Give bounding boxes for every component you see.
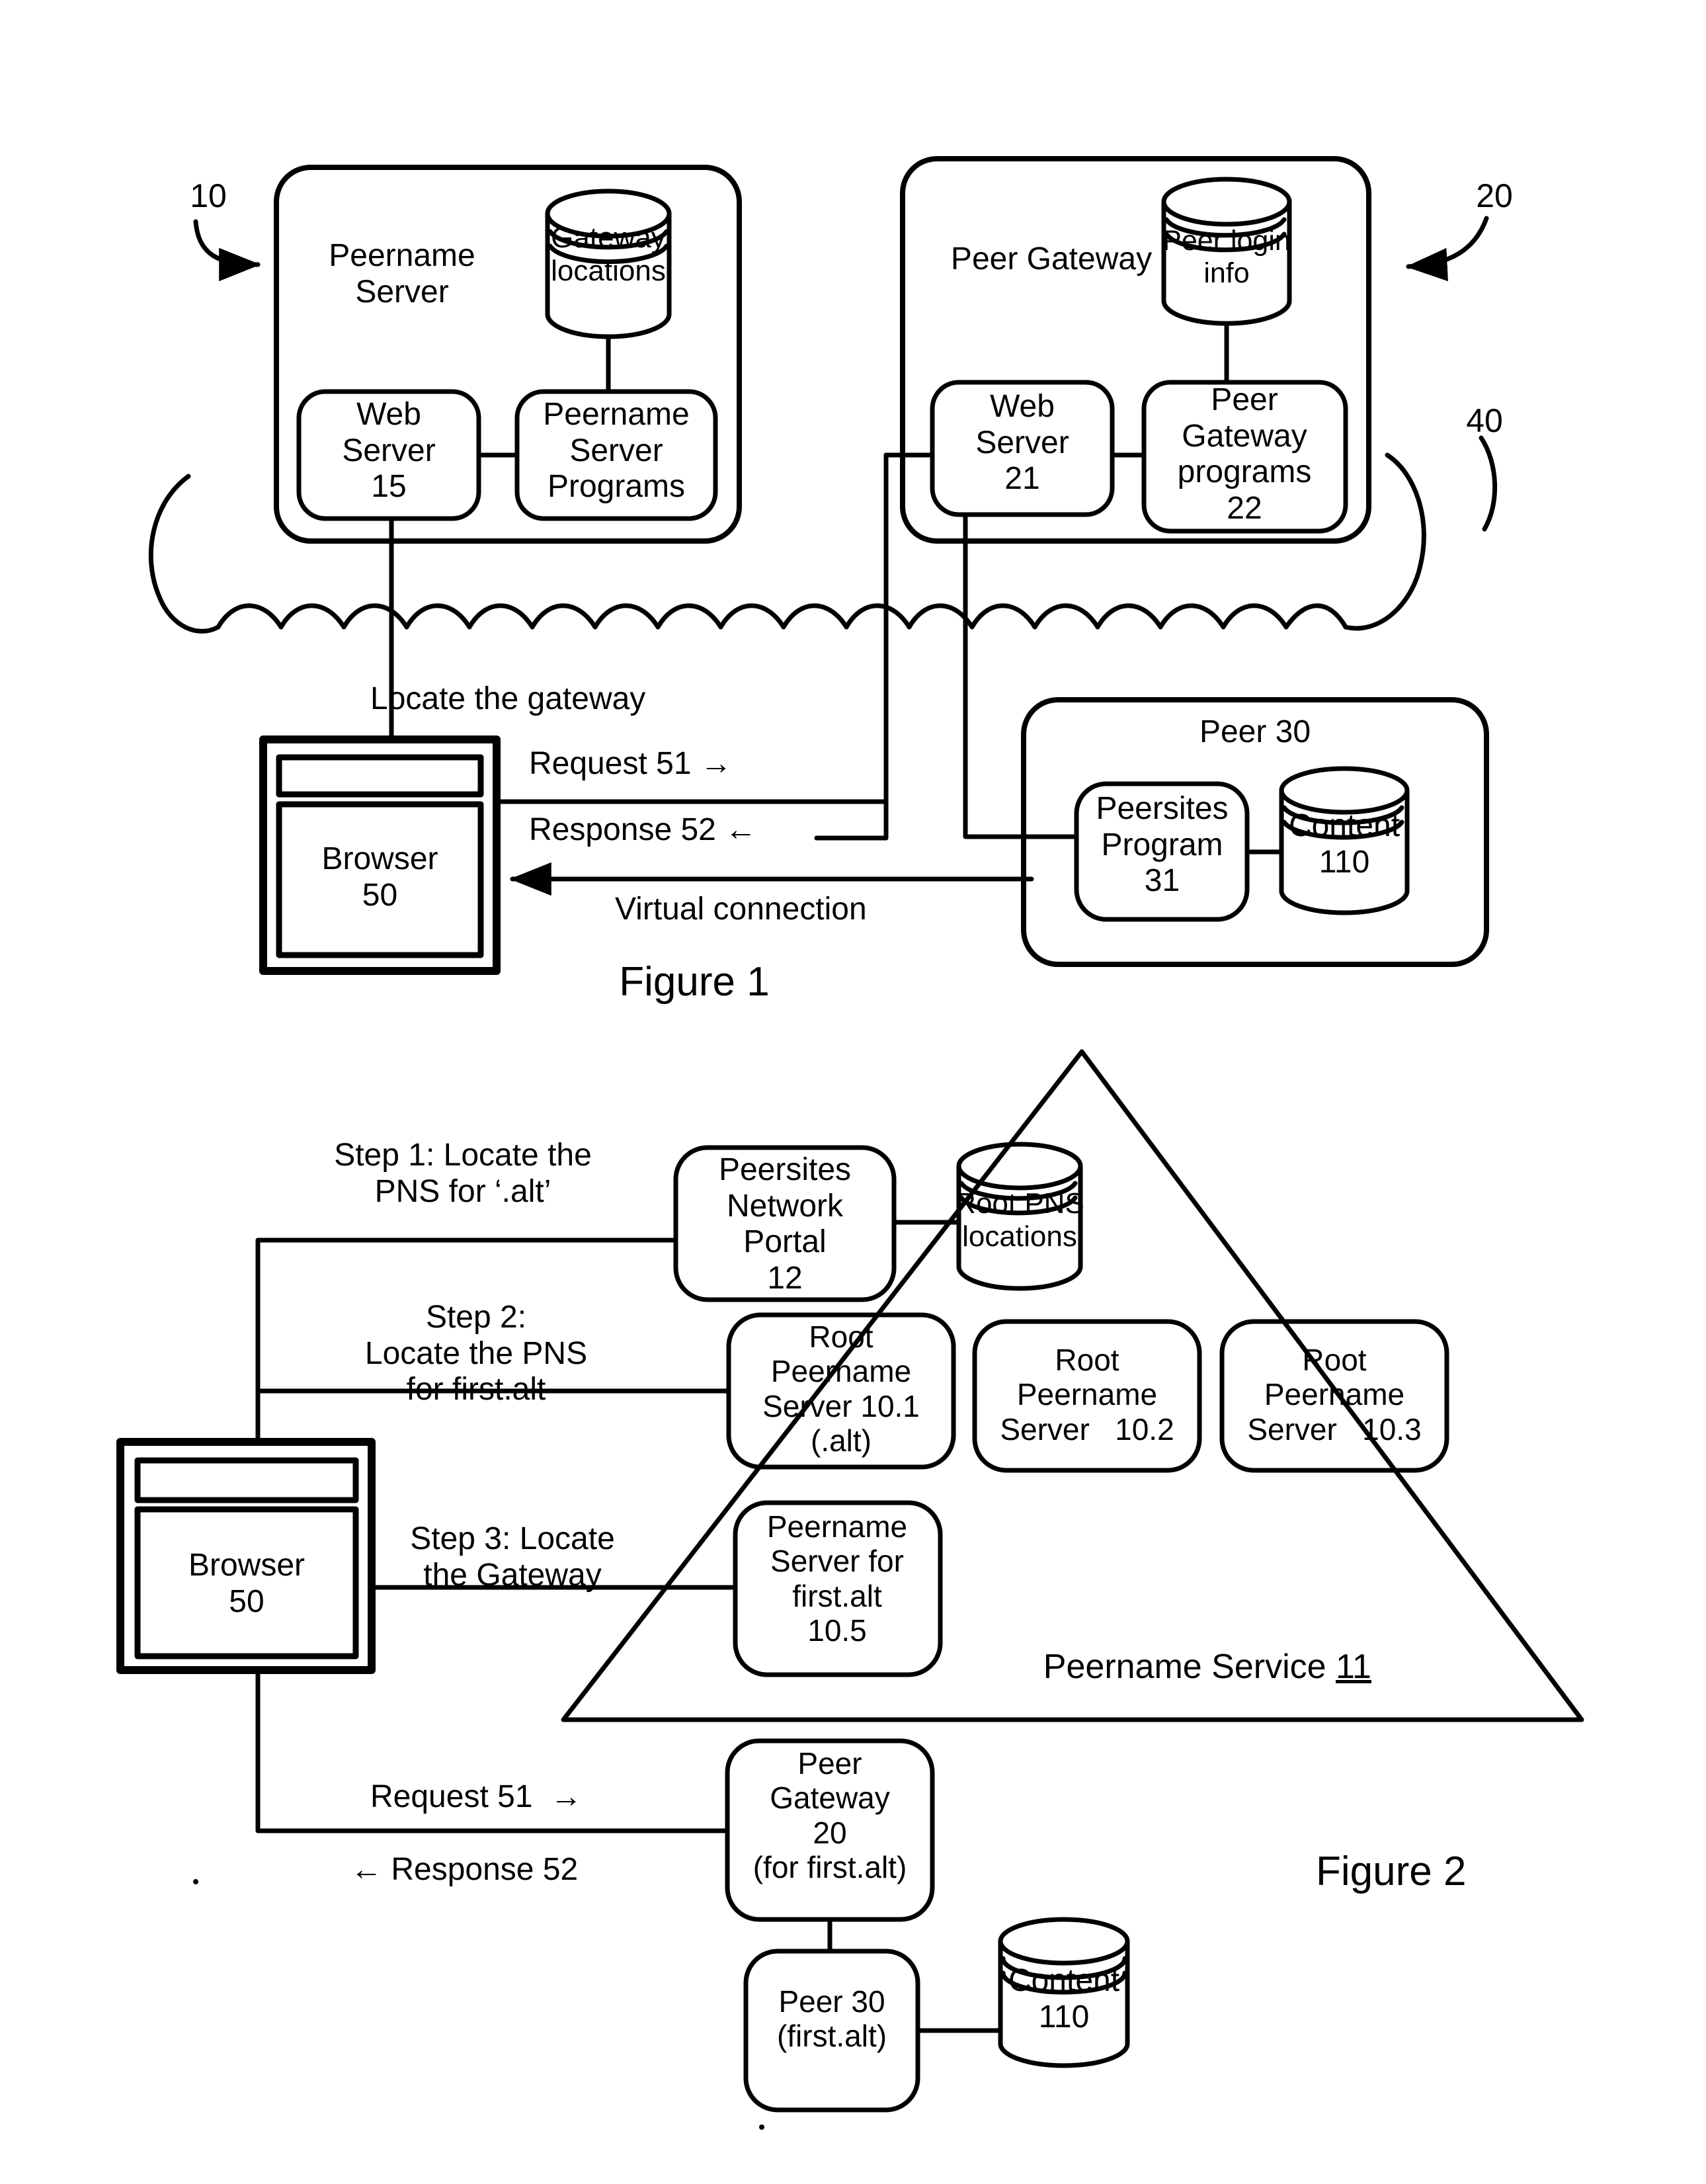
peer-30-label-fig2: Peer 30 (first.alt) xyxy=(776,1984,887,2054)
peer-gateway-programs-22-label: Peer Gateway programs 22 xyxy=(1177,382,1312,526)
step-3-label: Step 3: Locate the Gateway xyxy=(410,1521,615,1593)
peer-30-title-label: Peer 30 xyxy=(1199,714,1311,749)
patent-figure-page: 10 20 40 Peername Server Gateway locations… xyxy=(0,0,1706,2184)
request-51-label-fig2: Request 51 → xyxy=(370,1779,583,1814)
gateway-locations-label: Gateway locations xyxy=(551,222,666,288)
peer-gateway-20-label-fig2: Peer Gateway 20 (for first.alt) xyxy=(752,1746,907,1885)
browser-50-label-fig2: Browser 50 xyxy=(188,1548,305,1619)
root-peername-server-10-3-label: Root Peername Server 10.3 xyxy=(1247,1343,1422,1447)
locate-gateway-label: Locate the gateway xyxy=(370,681,646,716)
ref-20-leader xyxy=(1405,216,1489,282)
figure-2-caption: Figure 2 xyxy=(1316,1849,1467,1894)
response-52-label-fig2: ← Response 52 xyxy=(350,1852,579,1887)
peername-server-container-label: Peername Server xyxy=(329,238,475,310)
peersites-network-portal-12-label: Peersites Network Portal 12 xyxy=(718,1152,852,1296)
content-110-label-fig1: Content 110 xyxy=(1288,808,1401,880)
peername-service-label: Peername Service 11 xyxy=(1005,1609,1442,1726)
peername-server-first-alt-10-5-label: Peername Server for first.alt 10.5 xyxy=(766,1509,908,1648)
ref-40-label: 40 xyxy=(1466,402,1503,439)
peersites-program-31-label: Peersites Program 31 xyxy=(1096,791,1229,899)
response-52-label-fig1: Response 52 ← xyxy=(529,812,757,847)
root-pns-locations-label: Root PNS locations xyxy=(955,1187,1084,1253)
figure-1-caption: Figure 1 xyxy=(619,959,770,1005)
peername-service-text: Peername Service xyxy=(1043,1648,1336,1687)
peername-server-programs-label: Peername Server Programs xyxy=(543,397,690,505)
browser-50-label-fig1: Browser 50 xyxy=(321,841,438,913)
content-110-label-fig2: Content 110 xyxy=(1008,1963,1120,2035)
step-1-label: Step 1: Locate the PNS for ‘.alt’ xyxy=(334,1138,592,1209)
peer-login-info-label: Peer login info xyxy=(1162,225,1291,290)
ref-40-leader xyxy=(1479,435,1498,532)
web-server-15-label: Web Server 15 xyxy=(342,397,436,505)
step-2-label: Step 2: Locate the PNS for first.alt xyxy=(364,1300,588,1407)
root-peername-server-10-1-label: Root Peername Server 10.1 (.alt) xyxy=(762,1320,920,1458)
root-peername-server-10-2-label: Root Peername Server 10.2 xyxy=(1000,1343,1174,1447)
ref-20-label: 20 xyxy=(1476,177,1513,214)
peername-service-ref: 11 xyxy=(1336,1648,1371,1687)
ref-10-label: 10 xyxy=(190,177,227,214)
peer-gateway-container-label: Peer Gateway xyxy=(950,241,1153,276)
web-server-21-label: Web Server 21 xyxy=(975,389,1069,497)
virtual-connection-label: Virtual connection xyxy=(615,892,867,927)
request-51-label-fig1: Request 51 → xyxy=(529,746,732,781)
ref-10-leader xyxy=(193,219,261,282)
